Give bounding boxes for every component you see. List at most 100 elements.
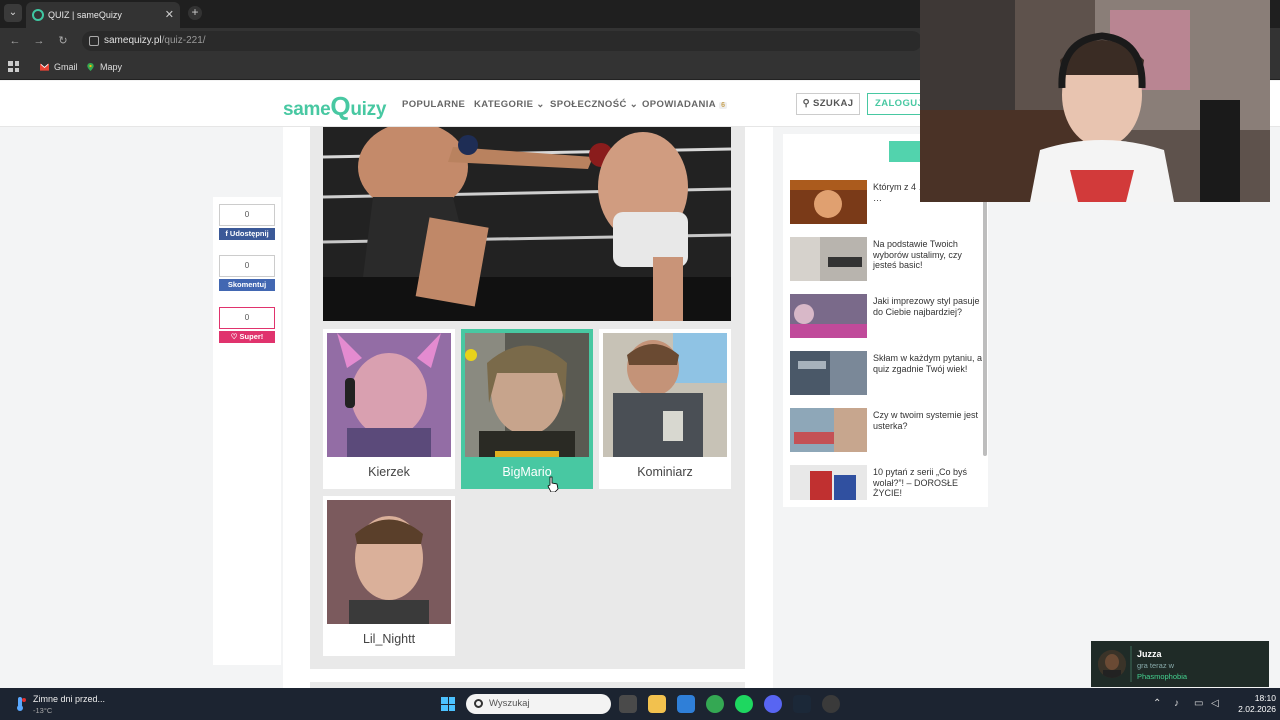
site-info-icon[interactable] xyxy=(89,36,99,46)
like-button[interactable]: ♡ Super! xyxy=(219,331,275,343)
answer-label: Lil_Nightt xyxy=(362,632,416,646)
quiz-title: 10 pytań z serii „Co byś wolał?”! – DORO… xyxy=(873,467,968,498)
sidebar-quiz-item[interactable]: Jaki imprezowy styl pasuje do Ciebie naj… xyxy=(790,294,980,338)
nav-community[interactable]: SPOŁECZNOŚĆ ⌄ xyxy=(550,99,638,110)
file-explorer-icon[interactable] xyxy=(648,695,666,713)
tab-title: QUIZ | sameQuizy xyxy=(48,10,122,20)
tab-search-menu-icon[interactable]: ⌄ xyxy=(4,4,22,22)
answer-option[interactable]: Lil_Nightt xyxy=(323,496,455,656)
search-icon xyxy=(474,699,483,708)
answer-photo xyxy=(327,500,451,624)
quiz-thumbnail xyxy=(790,408,867,452)
microphone-icon[interactable]: ♪ xyxy=(1174,698,1179,709)
answer-option[interactable]: Kominiarz xyxy=(599,329,731,489)
logo-text-same: same xyxy=(283,99,331,120)
answer-label: Kominiarz xyxy=(637,465,693,479)
maps-pin-icon xyxy=(87,63,94,71)
quiz-thumbnail xyxy=(790,237,867,281)
nav-stories-label: OPOWIADANIA xyxy=(642,99,717,110)
store-icon[interactable] xyxy=(677,695,695,713)
obs-icon[interactable] xyxy=(822,695,840,713)
like-share: 0 ♡ Super! xyxy=(219,307,275,343)
login-button[interactable]: ZALOGUJ xyxy=(867,93,927,115)
user-avatar xyxy=(1098,650,1126,678)
bookmark-gmail[interactable]: Gmail xyxy=(40,54,78,80)
clock-date: 2.02.2026 xyxy=(1238,704,1276,714)
logo-text-uizy: uizy xyxy=(350,99,387,120)
quiz-thumbnail xyxy=(790,180,867,224)
forward-arrow-icon[interactable]: → xyxy=(32,34,46,48)
thermometer-icon[interactable] xyxy=(14,697,26,711)
steam-icon[interactable] xyxy=(793,695,811,713)
notification-divider xyxy=(1130,646,1132,682)
quiz-title: Jaki imprezowy styl pasuje do Ciebie naj… xyxy=(873,296,980,317)
sidebar-quiz-item[interactable]: 10 pytań z serii „Co byś wolał?”! – DORO… xyxy=(790,465,980,509)
task-view-icon[interactable] xyxy=(619,695,637,713)
windows-start-icon[interactable] xyxy=(441,697,455,711)
bookmark-label: Gmail xyxy=(54,62,78,72)
tab-close-icon[interactable]: ✕ xyxy=(165,2,174,28)
sidebar-quiz-item[interactable]: Czy w twoim systemie jest usterka? xyxy=(790,408,980,452)
sidebar-scrollbar[interactable] xyxy=(983,198,987,456)
like-count: 0 xyxy=(219,307,275,329)
volume-icon[interactable]: ◁ xyxy=(1211,698,1219,709)
chrome-icon[interactable] xyxy=(706,695,724,713)
webcam-overlay xyxy=(920,0,1270,202)
nav-stories[interactable]: OPOWIADANIA 6 xyxy=(642,99,728,110)
address-bar[interactable]: samequizy.pl/quiz-221/ xyxy=(82,31,922,51)
weather-title[interactable]: Zimne dni przed... xyxy=(33,694,105,704)
sidebar-quiz-item[interactable]: Na podstawie Twoich wyborów ustalimy, cz… xyxy=(790,237,980,281)
samequizy-favicon-icon xyxy=(32,9,44,21)
discord-icon[interactable] xyxy=(764,695,782,713)
quiz-thumbnail xyxy=(790,465,867,500)
search-button[interactable]: ⚲ SZUKAJ xyxy=(796,93,860,115)
sidebar-quiz-item[interactable]: Skłam w każdym pytaniu, a quiz zgadnie T… xyxy=(790,351,982,395)
facebook-share: 0 f Udostępnij xyxy=(219,204,275,240)
new-tab-button[interactable]: + xyxy=(188,6,202,20)
answer-label: BigMario xyxy=(502,465,552,479)
clock-time: 18:10 xyxy=(1254,693,1276,703)
notification-game: Phasmophobia xyxy=(1137,672,1188,681)
answer-option-selected[interactable]: BigMario xyxy=(461,329,593,489)
facebook-share-button[interactable]: f Udostępnij xyxy=(219,228,275,240)
page-content: 0 f Udostępnij 0 Skomentuj 0 ♡ Super! Ki… xyxy=(0,127,1280,692)
notification-user-name: Juzza xyxy=(1137,649,1162,659)
url-host: samequizy.pl xyxy=(104,35,162,46)
hand-cursor-icon xyxy=(547,476,559,492)
taskbar-search-placeholder: Wyszukaj xyxy=(489,698,530,709)
answer-photo xyxy=(327,333,451,457)
back-arrow-icon[interactable]: ← xyxy=(8,34,22,48)
bookmark-label: Mapy xyxy=(100,62,123,72)
comment-button[interactable]: Skomentuj xyxy=(219,279,275,291)
answer-photo xyxy=(603,333,727,457)
answer-label: Kierzek xyxy=(368,465,410,479)
samequizy-logo[interactable]: sameQuizy xyxy=(283,91,386,122)
reload-icon[interactable]: ↻ xyxy=(56,34,70,48)
gmail-icon xyxy=(40,63,49,71)
nav-popular[interactable]: POPULARNE xyxy=(402,99,465,110)
taskbar-search[interactable]: Wyszukaj xyxy=(466,694,611,714)
quiz-thumbnail xyxy=(790,294,867,338)
comment-share: 0 Skomentuj xyxy=(219,255,275,291)
bookmark-maps[interactable]: Mapy xyxy=(86,54,122,80)
show-hidden-icons-icon[interactable]: ⌃ xyxy=(1153,698,1161,709)
answer-photo xyxy=(465,333,589,457)
nav-stories-badge: 6 xyxy=(719,102,728,109)
windows-taskbar: Zimne dni przed... -13°C Wyszukaj ⌃ ♪ ▭ … xyxy=(0,688,1280,720)
nav-categories[interactable]: KATEGORIE ⌄ xyxy=(474,99,545,110)
share-count: 0 xyxy=(219,204,275,226)
network-icon[interactable]: ▭ xyxy=(1194,698,1203,709)
weather-temperature: -13°C xyxy=(33,706,53,715)
url-path: /quiz-221/ xyxy=(161,35,206,46)
game-activity-notification[interactable]: Juzza gra teraz w Phasmophobia xyxy=(1091,641,1269,687)
answer-option[interactable]: Kierzek xyxy=(323,329,455,489)
apps-grid-icon[interactable] xyxy=(8,61,19,72)
comment-count: 0 xyxy=(219,255,275,277)
quiz-title: Czy w twoim systemie jest usterka? xyxy=(873,410,979,431)
spotify-icon[interactable] xyxy=(735,695,753,713)
notification-subtitle: gra teraz w xyxy=(1137,661,1175,670)
quiz-title: Na podstawie Twoich wyborów ustalimy, cz… xyxy=(873,239,962,270)
browser-tab[interactable]: QUIZ | sameQuizy ✕ xyxy=(26,2,180,28)
taskbar-clock[interactable]: 18:10 2.02.2026 xyxy=(1228,693,1276,715)
quiz-thumbnail xyxy=(790,351,867,395)
